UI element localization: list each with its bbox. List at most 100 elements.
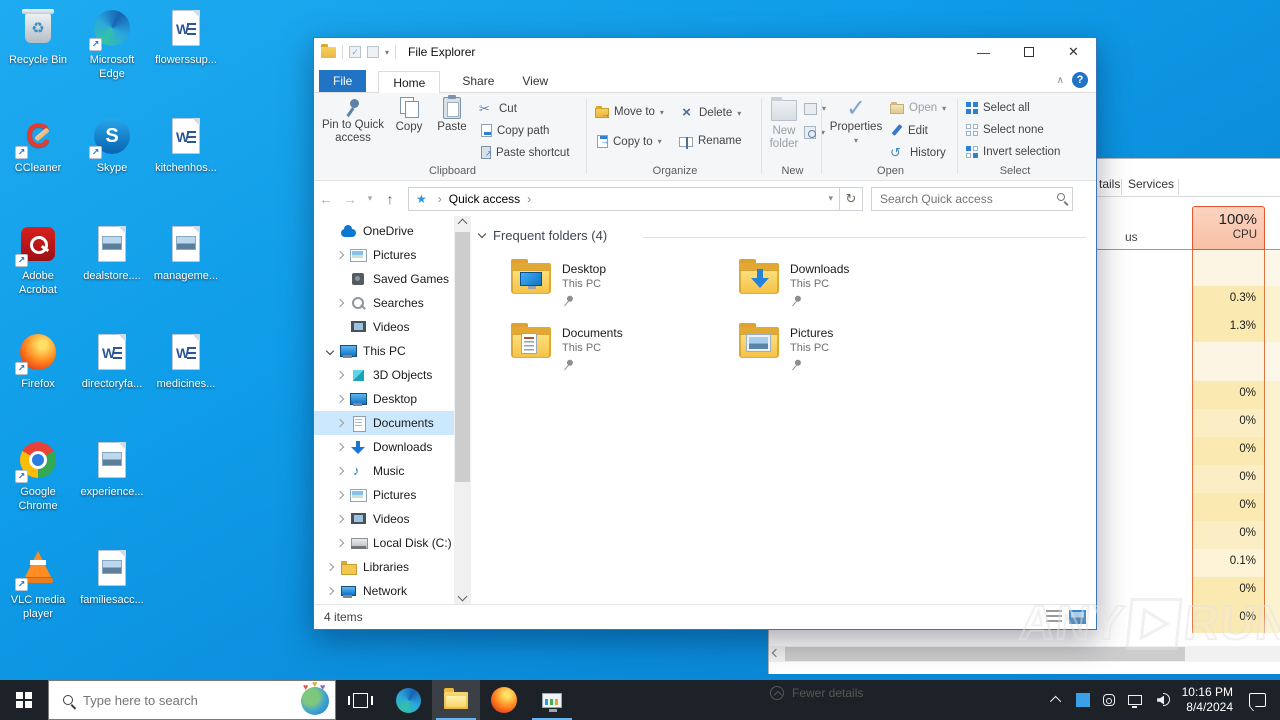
address-box[interactable]: ★ › Quick access › ▾ bbox=[408, 186, 840, 211]
chevron-collapsed-icon[interactable] bbox=[335, 466, 345, 476]
scrollbar-thumb[interactable] bbox=[455, 232, 470, 482]
fewer-details-button[interactable]: Fewer details bbox=[770, 686, 863, 700]
search-box[interactable] bbox=[871, 186, 1073, 211]
tab-share[interactable]: Share bbox=[448, 70, 508, 92]
chevron-collapsed-icon[interactable] bbox=[335, 442, 345, 452]
sidebar-item-3d-objects[interactable]: 3D Objects bbox=[314, 363, 454, 387]
chevron-collapsed-icon[interactable] bbox=[335, 490, 345, 500]
taskbar-task-manager-button[interactable] bbox=[528, 680, 576, 720]
sidebar-item-network[interactable]: Network bbox=[314, 579, 454, 603]
taskbar-edge-button[interactable] bbox=[384, 680, 432, 720]
desktop-icon-google-chrome[interactable]: ↗ Google Chrome bbox=[2, 438, 74, 542]
sidebar-item-onedrive[interactable]: OneDrive bbox=[314, 219, 454, 243]
status-column-header[interactable]: us bbox=[1125, 230, 1138, 244]
chevron-collapsed-icon[interactable] bbox=[335, 298, 345, 308]
tray-meet-icon[interactable] bbox=[1096, 680, 1122, 720]
network-icon[interactable] bbox=[1122, 680, 1148, 720]
chevron-collapsed-icon[interactable] bbox=[325, 562, 335, 572]
desktop-icon-medicines[interactable]: Wmedicines... bbox=[150, 330, 222, 434]
search-icon[interactable] bbox=[1057, 192, 1065, 201]
desktop-icon-kitchenhos[interactable]: Wkitchenhos... bbox=[150, 114, 222, 218]
taskbar-search[interactable]: ♥♥♥ bbox=[48, 680, 336, 720]
scroll-down-icon[interactable] bbox=[457, 591, 468, 602]
scroll-left-icon[interactable] bbox=[771, 648, 781, 658]
sidebar-item-this-pc[interactable]: This PC bbox=[314, 339, 454, 363]
chevron-collapsed-icon[interactable] bbox=[335, 538, 345, 548]
properties-button[interactable]: ✓ Properties ▾ bbox=[828, 97, 884, 147]
desktop-icon-directoryfa[interactable]: Wdirectoryfa... bbox=[76, 330, 148, 434]
chevron-collapsed-icon[interactable] bbox=[335, 370, 345, 380]
maximize-button[interactable] bbox=[1006, 38, 1051, 66]
desktop-icon-skype[interactable]: S ↗ Skype bbox=[76, 114, 148, 218]
breadcrumb-chevron-icon[interactable]: › bbox=[527, 192, 531, 206]
select-none-button[interactable]: Select none bbox=[966, 124, 1044, 136]
sidebar-item-videos[interactable]: Videos bbox=[314, 507, 454, 531]
rename-button[interactable]: Rename bbox=[679, 135, 741, 149]
invert-selection-button[interactable]: Invert selection bbox=[966, 146, 1060, 158]
desktop-icon-firefox[interactable]: ↗ Firefox bbox=[2, 330, 74, 434]
start-button[interactable] bbox=[0, 680, 48, 720]
sidebar-item-local-disk-c[interactable]: Local Disk (C:) bbox=[314, 531, 454, 555]
select-all-button[interactable]: Select all bbox=[966, 102, 1030, 114]
refresh-button[interactable]: ↻ bbox=[840, 186, 863, 211]
folder-tile-documents[interactable]: Documents This PC bbox=[511, 323, 726, 379]
taskbar-firefox-button[interactable] bbox=[480, 680, 528, 720]
collapse-group-icon[interactable] bbox=[477, 229, 487, 239]
desktop-icon-recycle-bin[interactable]: ♻ Recycle Bin bbox=[2, 6, 74, 110]
help-button[interactable]: ? bbox=[1072, 72, 1088, 88]
desktop-icon-adobe-acrobat[interactable]: ↗ Adobe Acrobat bbox=[2, 222, 74, 326]
volume-icon[interactable] bbox=[1148, 680, 1174, 720]
folder-tile-downloads[interactable]: Downloads This PC bbox=[739, 259, 954, 315]
desktop-icon-microsoft-edge[interactable]: ↗ Microsoft Edge bbox=[76, 6, 148, 110]
tab-file[interactable]: File bbox=[319, 70, 367, 92]
up-icon[interactable]: ↑ bbox=[378, 191, 402, 207]
move-to-button[interactable]: Move to▾ bbox=[595, 106, 664, 119]
tab-details[interactable]: tails bbox=[1099, 177, 1120, 191]
sidebar-item-desktop[interactable]: Desktop bbox=[314, 387, 454, 411]
folder-tile-desktop[interactable]: Desktop This PC bbox=[511, 259, 726, 315]
action-center-icon[interactable] bbox=[1249, 693, 1266, 707]
qat-customize-icon[interactable]: ▾ bbox=[385, 48, 389, 57]
sidebar-item-searches[interactable]: Searches bbox=[314, 291, 454, 315]
sidebar-item-music[interactable]: Music bbox=[314, 459, 454, 483]
new-folder-button[interactable]: New folder bbox=[764, 97, 804, 151]
sidebar-item-videos[interactable]: Videos bbox=[314, 315, 454, 339]
forward-icon[interactable]: → bbox=[338, 191, 362, 207]
desktop-icon-dealstore[interactable]: dealstore.... bbox=[76, 222, 148, 326]
sidebar-item-pictures[interactable]: Pictures bbox=[314, 483, 454, 507]
search-highlight-globe-icon[interactable]: ♥ ♥ ♥ bbox=[301, 680, 329, 715]
back-icon[interactable]: ← bbox=[314, 191, 338, 207]
tab-home[interactable]: Home bbox=[378, 71, 441, 93]
desktop-icon-familiesacc[interactable]: familiesacc... bbox=[76, 546, 148, 650]
paste-shortcut-button[interactable]: Paste shortcut bbox=[479, 146, 570, 159]
clock[interactable]: 10:16 PM 8/4/2024 bbox=[1182, 685, 1233, 715]
sidebar-item-downloads[interactable]: Downloads bbox=[314, 435, 454, 459]
sidebar-item-saved-games[interactable]: Saved Games bbox=[314, 267, 454, 291]
qat-newfolder-icon[interactable] bbox=[367, 46, 379, 58]
tab-view[interactable]: View bbox=[508, 70, 562, 92]
desktop-icon-manageme[interactable]: manageme... bbox=[150, 222, 222, 326]
breadcrumb-chevron-icon[interactable]: › bbox=[438, 192, 442, 206]
edit-button[interactable]: Edit bbox=[890, 124, 928, 137]
folder-tile-pictures[interactable]: Pictures This PC bbox=[739, 323, 954, 379]
collapse-ribbon-icon[interactable]: ∧ bbox=[1057, 75, 1064, 86]
desktop-icon-ccleaner[interactable]: C ↗ CCleaner bbox=[2, 114, 74, 218]
hidden-icons-chevron[interactable] bbox=[1044, 680, 1070, 720]
paste-button[interactable]: Paste bbox=[431, 95, 473, 134]
qat-properties-icon[interactable]: ✓ bbox=[349, 46, 361, 58]
sidebar-item-documents[interactable]: Documents bbox=[314, 411, 454, 435]
desktop-icon-vlc-media-player[interactable]: ↗ VLC media player bbox=[2, 546, 74, 650]
chevron-collapsed-icon[interactable] bbox=[335, 418, 345, 428]
close-button[interactable]: ✕ bbox=[1051, 38, 1096, 66]
large-icons-view-icon[interactable] bbox=[1069, 610, 1086, 624]
copy-to-button[interactable]: Copy to▾ bbox=[595, 135, 662, 148]
chevron-collapsed-icon[interactable] bbox=[335, 514, 345, 524]
copy-button[interactable]: Copy bbox=[387, 97, 431, 134]
taskbar-search-input[interactable] bbox=[83, 692, 263, 708]
chevron-collapsed-icon[interactable] bbox=[335, 250, 345, 260]
scroll-up-icon[interactable] bbox=[457, 218, 468, 229]
titlebar[interactable]: ✓ ▾ File Explorer — ✕ bbox=[314, 38, 1096, 66]
breadcrumb[interactable]: Quick access bbox=[449, 192, 520, 206]
task-view-button[interactable] bbox=[336, 680, 384, 720]
desktop-icon-experience[interactable]: experience... bbox=[76, 438, 148, 542]
